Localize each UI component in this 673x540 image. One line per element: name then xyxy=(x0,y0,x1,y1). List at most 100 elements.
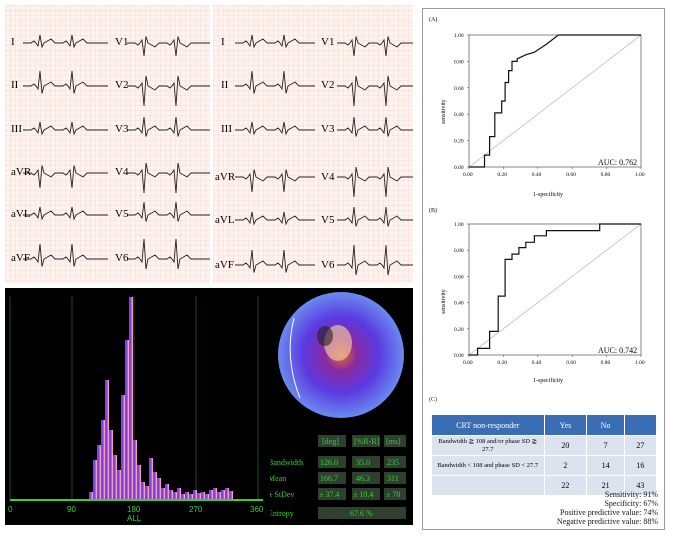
x-tick: 90 xyxy=(67,505,76,514)
lead-label: V3 xyxy=(321,123,335,135)
panel-label: (C) xyxy=(429,397,437,403)
reference-diagonal xyxy=(468,34,642,168)
roc-charts-svg: (A) 0.00 0.20 0.40 0.60 0.80 1.00 0.00 0.20 0.40… xyxy=(429,16,645,384)
roc-chart-b: (B) 0.00 0.20 0.40 0.60 0.80 1.00 0.00 0.20 0.40… xyxy=(429,207,645,384)
lead-label: V4 xyxy=(115,166,129,178)
histogram-bar xyxy=(185,492,189,500)
lead-label: aVR xyxy=(11,166,32,178)
x-tick-label: 0.20 xyxy=(497,360,507,366)
table-cell: 166.7 xyxy=(320,474,338,483)
x-tick-label: 0.40 xyxy=(532,360,542,366)
ecg-panel-baseline: I II III aVR aVL aVF V1 V2 V3 V4 V5 V6 xyxy=(5,5,212,283)
histogram-bar xyxy=(177,488,181,500)
lead-label: V5 xyxy=(115,208,129,220)
histogram-bar xyxy=(157,478,161,500)
y-tick-label: 0.20 xyxy=(454,139,464,145)
histogram-bar xyxy=(225,488,229,500)
table-cell: 35.0 xyxy=(356,458,370,467)
lead-label: I xyxy=(11,36,15,48)
histogram-bar xyxy=(173,492,177,500)
histogram-bar xyxy=(197,493,201,500)
x-tick-label: 1.00 xyxy=(635,360,645,366)
table-header: Yes xyxy=(543,414,588,436)
histogram-bar xyxy=(89,492,93,500)
histogram-bar xyxy=(121,395,125,500)
ecg-trace-svg: I II III aVR aVL aVF V1 V2 V3 V4 V5 V6 xyxy=(213,5,417,283)
histogram-bar xyxy=(161,488,165,500)
row-label xyxy=(431,475,545,496)
y-tick-label: 0.00 xyxy=(454,353,464,359)
row-label: ± StDev xyxy=(270,490,294,499)
lead-label: aVF xyxy=(215,259,234,271)
histogram-bar xyxy=(117,470,121,500)
x-tick-label: 0.20 xyxy=(497,172,507,178)
roc-figure-panel: (A) 0.00 0.20 0.40 0.60 0.80 1.00 0.00 0.20 0.40… xyxy=(422,8,665,530)
y-tick-label: 0.60 xyxy=(454,86,464,92)
x-tick-label: 0.00 xyxy=(463,360,473,366)
lead-label: V1 xyxy=(321,36,334,48)
table-cell: 126.0 xyxy=(320,458,338,467)
table-cell: 7 xyxy=(586,435,625,456)
y-tick-label: 0.60 xyxy=(454,274,464,280)
x-axis-label: ALL xyxy=(127,514,142,523)
histogram-bar xyxy=(213,488,217,500)
lead-label: aVF xyxy=(11,252,30,264)
x-tick-label: 0.80 xyxy=(601,172,611,178)
table-header: [%R-R] xyxy=(354,437,380,446)
row-label: Entropy xyxy=(270,509,294,518)
y-tick-label: 0.20 xyxy=(454,327,464,333)
histogram-bar xyxy=(141,482,145,500)
table-header: CRT non-responder xyxy=(431,414,545,436)
histogram-bar xyxy=(209,490,213,500)
y-tick-label: 1.00 xyxy=(454,222,464,228)
x-tick: 180 xyxy=(127,505,141,514)
histogram-bar xyxy=(145,486,149,500)
x-tick-label: 0.60 xyxy=(566,172,576,178)
lead-label: V3 xyxy=(115,123,129,135)
histogram-bar xyxy=(229,491,233,500)
reference-diagonal xyxy=(468,223,642,356)
lead-label: aVL xyxy=(11,208,31,220)
ppv-text: Positive predictive value: 74% xyxy=(560,508,658,517)
x-tick-label: 0.00 xyxy=(463,172,473,178)
row-label: Bandwidth xyxy=(270,458,303,467)
lead-label: III xyxy=(11,123,22,135)
y-tick-label: 0.80 xyxy=(454,59,464,65)
lead-label: III xyxy=(221,123,232,135)
x-tick: 270 xyxy=(189,505,203,514)
lead-label: aVL xyxy=(215,214,235,226)
lead-label: V2 xyxy=(115,79,128,91)
table-header xyxy=(623,414,658,436)
histogram-bar xyxy=(153,472,157,500)
x-tick: 360 xyxy=(250,505,264,514)
lead-label: V6 xyxy=(321,259,335,271)
table-cell: 311 xyxy=(387,474,399,483)
table-header: [deg] xyxy=(322,437,339,446)
table-cell: ± 37.4 xyxy=(319,490,339,499)
y-tick-label: 0.40 xyxy=(454,301,464,307)
lead-label: II xyxy=(221,79,229,91)
row-label: Bandwidth ≧ 108 and/or phase SD ≧ 27.7 xyxy=(431,435,545,456)
histogram-bar xyxy=(109,430,113,500)
x-axis-label: 1-specificity xyxy=(533,377,563,384)
x-axis-label: 1-specificity xyxy=(533,191,563,198)
y-axis-label: sensitivity xyxy=(441,99,447,124)
row-label: Bandwidth < 108 and phase SD < 27.7 xyxy=(431,455,545,476)
histogram-bar xyxy=(169,490,173,500)
histogram-bar xyxy=(217,492,221,500)
y-tick-label: 0.00 xyxy=(454,165,464,171)
histogram-bar xyxy=(97,445,101,500)
histogram-bar xyxy=(93,460,97,500)
y-tick-label: 0.40 xyxy=(454,112,464,118)
histogram-bar xyxy=(201,492,205,500)
table-cell: 16 xyxy=(623,455,658,476)
ecg-trace-svg: I II III aVR aVL aVF V1 V2 V3 V4 V5 V6 xyxy=(5,5,212,283)
specificity-text: Specificity: 67% xyxy=(604,499,658,508)
lead-label: II xyxy=(11,79,19,91)
polar-map-svg: [deg] [%R-R] [ms] Bandwidth 126.0 35.0 2… xyxy=(268,292,406,519)
x-tick-label: 0.60 xyxy=(566,360,576,366)
table-cell: ± 70 xyxy=(386,490,400,499)
panel-label: (B) xyxy=(429,207,437,214)
lead-label: V6 xyxy=(115,252,129,264)
histogram-bar xyxy=(221,490,225,500)
